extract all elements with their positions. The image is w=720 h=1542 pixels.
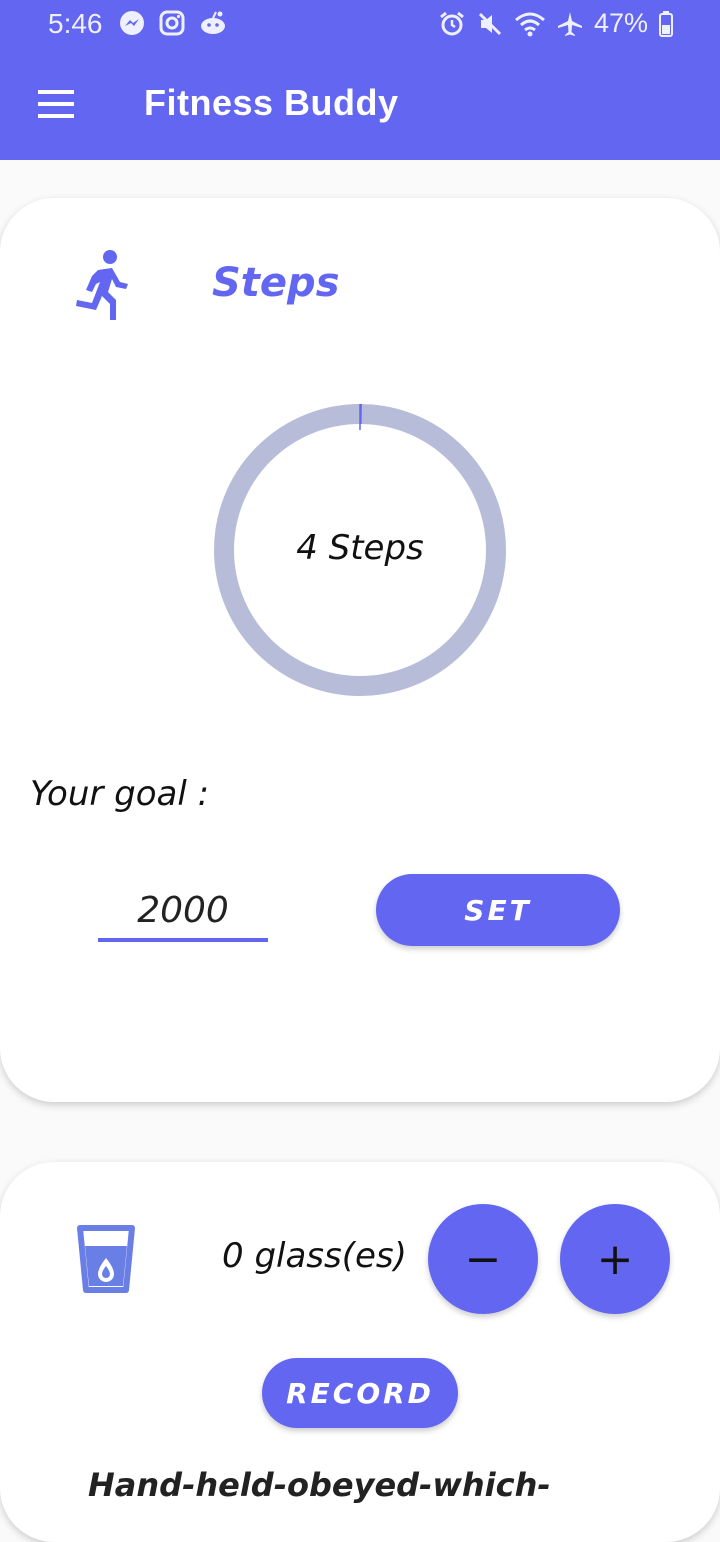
steps-card: Steps 4 Steps Your goal : SET: [0, 198, 720, 1102]
goal-label: Your goal :: [30, 774, 209, 814]
menu-button[interactable]: [30, 82, 82, 126]
app-bar: Fitness Buddy: [0, 48, 720, 160]
set-goal-button[interactable]: SET: [376, 874, 620, 946]
status-notification-icons: [118, 9, 228, 37]
instagram-icon: [158, 9, 186, 37]
airplane-icon: [556, 10, 584, 38]
record-button[interactable]: RECORD: [262, 1358, 458, 1428]
battery-icon: [658, 10, 674, 38]
app-title: Fitness Buddy: [144, 82, 399, 124]
reddit-icon: [198, 9, 228, 37]
truncated-text: Hand-held-obeyed-which-: [88, 1466, 551, 1504]
water-card: 0 glass(es) − + RECORD Hand-held-obeyed-…: [0, 1162, 720, 1542]
glass-water-icon: [74, 1222, 138, 1294]
goal-input[interactable]: [98, 882, 268, 942]
wifi-icon: [514, 10, 546, 38]
increase-glass-button[interactable]: +: [560, 1204, 670, 1314]
alarm-icon: [438, 10, 466, 38]
glass-count-label: 0 glass(es): [222, 1236, 407, 1276]
steps-title: Steps: [212, 260, 340, 306]
menu-icon: [30, 82, 82, 126]
messenger-icon: [118, 9, 146, 37]
battery-percent: 47%: [594, 8, 648, 39]
status-bar: 5:46: [0, 0, 720, 48]
decrease-glass-button[interactable]: −: [428, 1204, 538, 1314]
status-system-icons: 47%: [438, 8, 674, 39]
steps-count-label: 4 Steps: [214, 528, 506, 568]
status-time: 5:46: [48, 8, 103, 40]
running-icon: [70, 248, 134, 324]
mute-icon: [476, 10, 504, 38]
